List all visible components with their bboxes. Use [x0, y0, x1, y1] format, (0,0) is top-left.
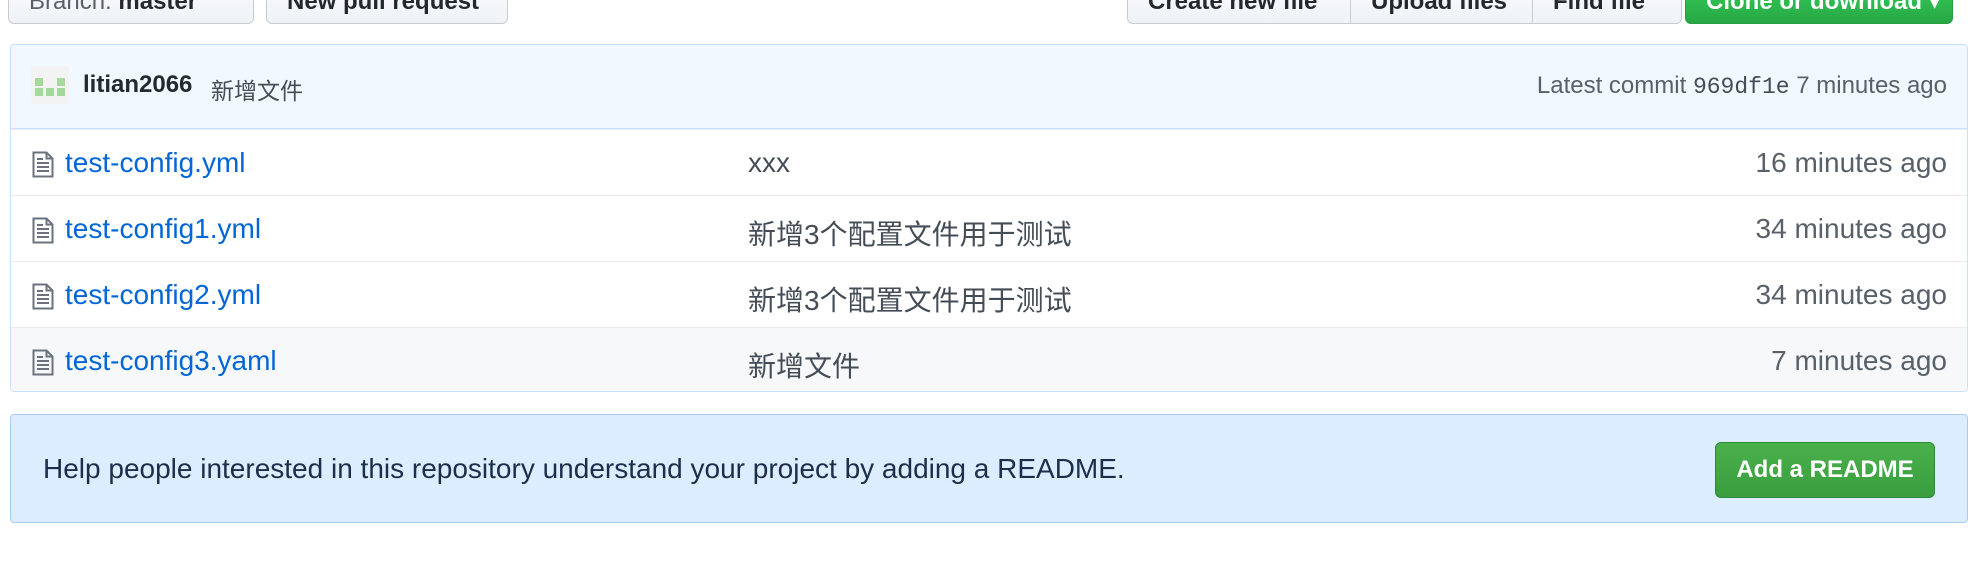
file-commit-message-link[interactable]: xxx [748, 147, 790, 179]
table-row: test-config.yml xxx 16 minutes ago [11, 129, 1967, 195]
commit-sha-link[interactable]: 969df1e [1693, 74, 1790, 100]
file-icon [32, 283, 54, 310]
readme-prompt-text: Help people interested in this repositor… [43, 453, 1125, 484]
new-pull-request-label: New pull request [287, 0, 480, 15]
file-icon [32, 217, 54, 244]
file-age: 16 minutes ago [1755, 147, 1947, 178]
commit-age: 7 minutes ago [1796, 72, 1947, 99]
file-age: 34 minutes ago [1755, 213, 1947, 244]
branch-select-button[interactable]: Branch: master [8, 0, 254, 24]
table-row: test-config2.yml 新增3个配置文件用于测试 34 minutes… [11, 261, 1967, 327]
file-commit-message-link[interactable]: 新增3个配置文件用于测试 [748, 279, 1072, 319]
find-file-button[interactable]: Find file [1532, 0, 1682, 24]
add-readme-button[interactable]: Add a README [1715, 442, 1935, 498]
create-new-file-button[interactable]: Create new file [1127, 0, 1351, 24]
file-name-link[interactable]: test-config2.yml [65, 279, 261, 311]
file-commit-message-link[interactable]: 新增文件 [748, 345, 860, 385]
commit-author-link[interactable]: litian2066 [83, 71, 192, 99]
file-icon [32, 151, 54, 178]
upload-files-label: Upload files [1371, 0, 1508, 15]
file-name-link[interactable]: test-config3.yaml [65, 345, 277, 377]
file-commit-message-link[interactable]: 新增3个配置文件用于测试 [748, 213, 1072, 253]
file-age: 34 minutes ago [1755, 279, 1947, 310]
latest-commit-label: Latest commit [1536, 72, 1687, 99]
file-name-link[interactable]: test-config.yml [65, 147, 246, 179]
file-icon [32, 349, 54, 376]
clone-or-download-label: Clone or download ▾ [1706, 0, 1941, 15]
upload-files-button[interactable]: Upload files [1350, 0, 1533, 24]
file-actions-group: Create new file Upload files Find file [1127, 0, 1682, 24]
file-age: 7 minutes ago [1771, 345, 1947, 376]
new-pull-request-button[interactable]: New pull request [266, 0, 508, 24]
commit-message-link[interactable]: 新增文件 [211, 72, 303, 106]
table-row: test-config3.yaml 新增文件 7 minutes ago [11, 327, 1967, 391]
avatar[interactable] [31, 66, 69, 104]
latest-commit-bar: litian2066 新增文件 Latest commit 969df1e 7 … [11, 45, 1967, 129]
clone-or-download-button[interactable]: Clone or download ▾ [1685, 0, 1953, 24]
latest-commit-info: Latest commit 969df1e 7 minutes ago [1537, 72, 1947, 100]
readme-prompt: Help people interested in this repositor… [10, 414, 1968, 523]
file-listing: litian2066 新增文件 Latest commit 969df1e 7 … [10, 44, 1968, 392]
table-row: test-config1.yml 新增3个配置文件用于测试 34 minutes… [11, 195, 1967, 261]
create-new-file-label: Create new file [1148, 0, 1318, 15]
find-file-label: Find file [1553, 0, 1645, 15]
file-name-link[interactable]: test-config1.yml [65, 213, 261, 245]
branch-prefix: Branch: [29, 0, 112, 15]
repo-toolbar: Branch: master New pull request Create n… [0, 0, 1978, 24]
branch-name: master [118, 0, 198, 15]
